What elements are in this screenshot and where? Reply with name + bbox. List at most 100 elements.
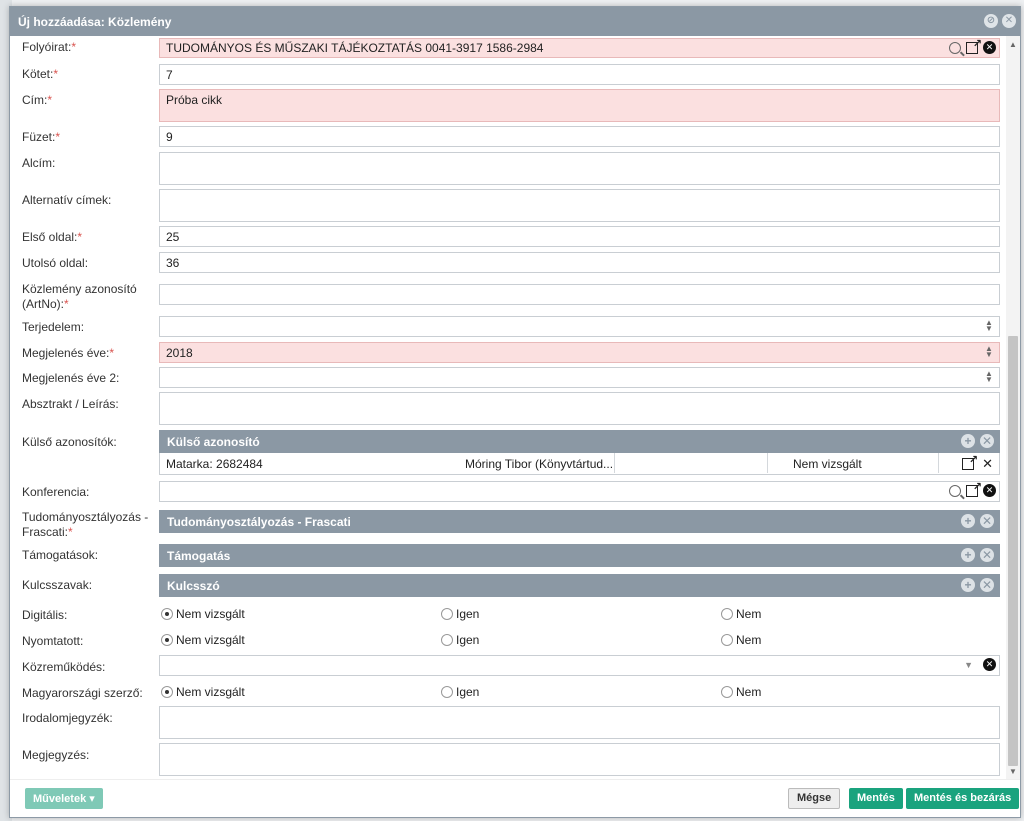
extent-label: Terjedelem: — [22, 320, 85, 334]
clear-icon[interactable]: ✕ — [983, 484, 996, 497]
cancel-button[interactable]: Mégse — [788, 788, 841, 809]
radio-icon — [721, 608, 733, 620]
add-icon[interactable]: + — [961, 434, 975, 448]
digital-option-not-checked[interactable]: Nem vizsgált — [161, 607, 245, 621]
bibliography-field[interactable] — [159, 706, 1000, 739]
hungarian-author-option-yes[interactable]: Igen — [441, 685, 479, 699]
printed-option-not-checked[interactable]: Nem vizsgált — [161, 633, 245, 647]
subtitle-field[interactable] — [159, 152, 1000, 185]
cell-divider — [938, 453, 939, 473]
search-icon[interactable] — [949, 41, 961, 54]
add-icon[interactable]: + — [961, 548, 975, 562]
title-label: Cím:* — [22, 93, 53, 107]
radio-icon — [441, 608, 453, 620]
close-icon[interactable]: ✕ — [1002, 14, 1016, 28]
radio-selected-icon — [161, 608, 173, 620]
conference-label: Konferencia: — [22, 485, 90, 499]
funding-table: Támogatás + ✕ — [159, 544, 1000, 567]
spinner-icon[interactable]: ▲ ▼ — [984, 319, 994, 333]
vertical-scrollbar[interactable]: ▲ ▼ — [1006, 36, 1020, 781]
last-page-label: Utolsó oldal: — [22, 256, 89, 270]
volume-label: Kötet:* — [22, 67, 59, 81]
spinner-icon[interactable]: ▲ ▼ — [984, 370, 994, 384]
contribution-select[interactable]: ▼ ✕ — [159, 655, 1000, 676]
bibliography-label: Irodalomjegyzék: — [22, 711, 113, 725]
journal-field[interactable]: TUDOMÁNYOS ÉS MŰSZAKI TÁJÉKOZTATÁS 0041-… — [159, 37, 1000, 58]
add-icon[interactable]: + — [961, 578, 975, 592]
hungarian-author-option-not-checked[interactable]: Nem vizsgált — [161, 685, 245, 699]
cell-divider — [767, 453, 768, 473]
spinner-icon[interactable]: ▲ ▼ — [984, 345, 994, 359]
frascati-label: Tudományosztályozás - Frascati:* — [22, 510, 149, 539]
issue-field[interactable]: 9 — [159, 126, 1000, 147]
clear-icon[interactable]: ✕ — [983, 41, 996, 54]
digital-label: Digitális: — [22, 608, 68, 622]
scroll-thumb[interactable] — [1008, 336, 1018, 766]
open-external-icon[interactable] — [962, 453, 978, 470]
digital-option-no[interactable]: Nem — [721, 607, 761, 621]
funding-header: Támogatás + ✕ — [159, 544, 1000, 567]
volume-field[interactable]: 7 — [159, 64, 1000, 85]
external-id-status: Nem vizsgált — [793, 457, 862, 471]
artno-field[interactable] — [159, 284, 1000, 305]
remove-icon[interactable]: ✕ — [980, 548, 994, 562]
remove-icon[interactable]: ✕ — [980, 434, 994, 448]
abstract-label: Absztrakt / Leírás: — [22, 397, 119, 411]
conference-field[interactable]: ✕ — [159, 480, 1000, 502]
open-external-icon[interactable] — [966, 37, 982, 54]
frascati-table: Tudományosztályozás - Frascati + ✕ — [159, 510, 1000, 533]
printed-option-yes[interactable]: Igen — [441, 633, 479, 647]
form-content: Folyóirat:* TUDOMÁNYOS ÉS MŰSZAKI TÁJÉKO… — [10, 36, 1006, 781]
note-field[interactable] — [159, 743, 1000, 776]
save-button[interactable]: Mentés — [849, 788, 903, 809]
radio-selected-icon — [161, 686, 173, 698]
alt-titles-field[interactable] — [159, 189, 1000, 222]
delete-icon[interactable]: ✕ — [982, 456, 993, 472]
abstract-field[interactable] — [159, 392, 1000, 425]
first-page-field[interactable]: 25 — [159, 226, 1000, 247]
artno-label: Közlemény azonosító (ArtNo):* — [22, 282, 137, 311]
funding-label: Támogatások: — [22, 548, 99, 562]
radio-icon — [721, 634, 733, 646]
add-publication-dialog: Új hozzáadása: Közlemény ⊘ ✕ Folyóirat:*… — [9, 6, 1021, 818]
clear-icon[interactable]: ✕ — [983, 658, 996, 671]
dialog-titlebar: Új hozzáadása: Közlemény ⊘ ✕ — [10, 7, 1020, 36]
last-page-field[interactable]: 36 — [159, 252, 1000, 273]
search-icon[interactable] — [949, 484, 961, 497]
external-id-source: Matarka: 2682484 — [166, 457, 263, 471]
pub-year2-field[interactable]: ▲ ▼ — [159, 367, 1000, 388]
open-external-icon[interactable] — [966, 480, 982, 497]
radio-icon — [441, 634, 453, 646]
frascati-header: Tudományosztályozás - Frascati + ✕ — [159, 510, 1000, 533]
add-icon[interactable]: + — [961, 514, 975, 528]
dialog-footer: Műveletek ▾ Mégse Mentés Mentés és bezár… — [10, 779, 1020, 817]
note-label: Megjegyzés: — [22, 748, 90, 762]
chevron-down-icon[interactable]: ▼ — [964, 660, 973, 670]
scroll-down-icon[interactable]: ▼ — [1006, 765, 1020, 779]
digital-option-yes[interactable]: Igen — [441, 607, 479, 621]
pub-year2-label: Megjelenés éve 2: — [22, 371, 120, 385]
minimize-icon[interactable]: ⊘ — [984, 14, 998, 28]
alt-titles-label: Alternatív címek: — [22, 193, 112, 207]
radio-icon — [721, 686, 733, 698]
external-id-author: Móring Tibor (Könyvtártud... — [465, 457, 614, 471]
hungarian-author-option-no[interactable]: Nem — [721, 685, 761, 699]
remove-icon[interactable]: ✕ — [980, 514, 994, 528]
extent-field[interactable]: ▲ ▼ — [159, 316, 1000, 337]
title-field[interactable]: Próba cikk — [159, 89, 1000, 122]
remove-icon[interactable]: ✕ — [980, 578, 994, 592]
save-and-close-button[interactable]: Mentés és bezárás — [906, 788, 1020, 809]
printed-option-no[interactable]: Nem — [721, 633, 761, 647]
pub-year-field[interactable]: 2018 ▲ ▼ — [159, 342, 1000, 363]
first-page-label: Első oldal:* — [22, 230, 83, 244]
operations-button[interactable]: Műveletek ▾ — [25, 788, 103, 809]
scroll-up-icon[interactable]: ▲ — [1006, 38, 1020, 52]
dialog-title: Új hozzáadása: Közlemény — [18, 15, 172, 29]
pub-year-label: Megjelenés éve:* — [22, 346, 115, 360]
cell-divider — [614, 453, 615, 473]
chevron-down-icon: ▾ — [89, 793, 95, 805]
issue-label: Füzet:* — [22, 130, 61, 144]
table-row[interactable]: Matarka: 2682484 Móring Tibor (Könyvtárt… — [159, 453, 1000, 475]
radio-selected-icon — [161, 634, 173, 646]
keywords-table: Kulcsszó + ✕ — [159, 574, 1000, 597]
